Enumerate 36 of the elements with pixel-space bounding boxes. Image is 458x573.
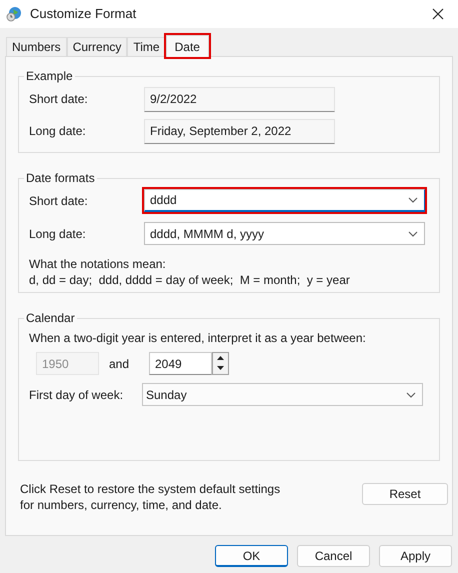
close-icon [432,8,444,20]
notation-text: What the notations mean: [29,256,167,272]
readonly-field: 9/2/2022 [144,86,335,112]
tab[interactable]: Numbers [6,37,67,56]
chevron-down-icon [406,392,416,398]
year-field[interactable]: 2049 [149,352,212,375]
combo-box[interactable]: Sunday [142,383,423,406]
field-label: Long date: [29,226,87,242]
group-title: Example [25,68,74,85]
window-title: Customize Format [30,5,138,24]
field-label: Long date: [29,123,87,140]
group-title: Calendar [25,310,76,327]
notation-text: d, dd = day; ddd, dddd = day of week; M = month; y = year [29,272,351,288]
reset-button[interactable]: Reset [362,483,448,505]
chevron-down-icon [408,197,418,203]
chevron-down-icon [408,230,418,236]
calendar-prompt: When a two-digit year is entered, interpret it as a year between: [29,330,367,347]
tab[interactable]: Date [166,35,209,57]
group-title: Date formats [25,170,96,187]
combo-box[interactable]: dddd [144,189,425,212]
and-label: and [109,356,130,372]
reset-description: Click Reset to restore the system default settings for numbers, currency, time, and date. [20,481,282,513]
dialog-button[interactable]: OK [215,545,288,567]
field-label: First day of week: [29,386,124,404]
dialog-button[interactable]: Cancel [297,545,370,567]
tab[interactable]: Time [127,37,166,56]
combo-box[interactable]: dddd, MMMM d, yyyy [144,222,425,245]
readonly-field: Friday, September 2, 2022 [144,118,335,144]
arrow-up-icon [217,356,224,360]
arrow-down-icon [217,366,224,370]
field-label: Short date: [29,192,89,210]
spin-control[interactable] [212,352,229,375]
tab[interactable]: Currency [66,37,128,56]
field-label: Short date: [29,91,89,108]
dialog-button[interactable]: Apply [379,545,452,567]
globe-clock-icon [6,6,22,22]
